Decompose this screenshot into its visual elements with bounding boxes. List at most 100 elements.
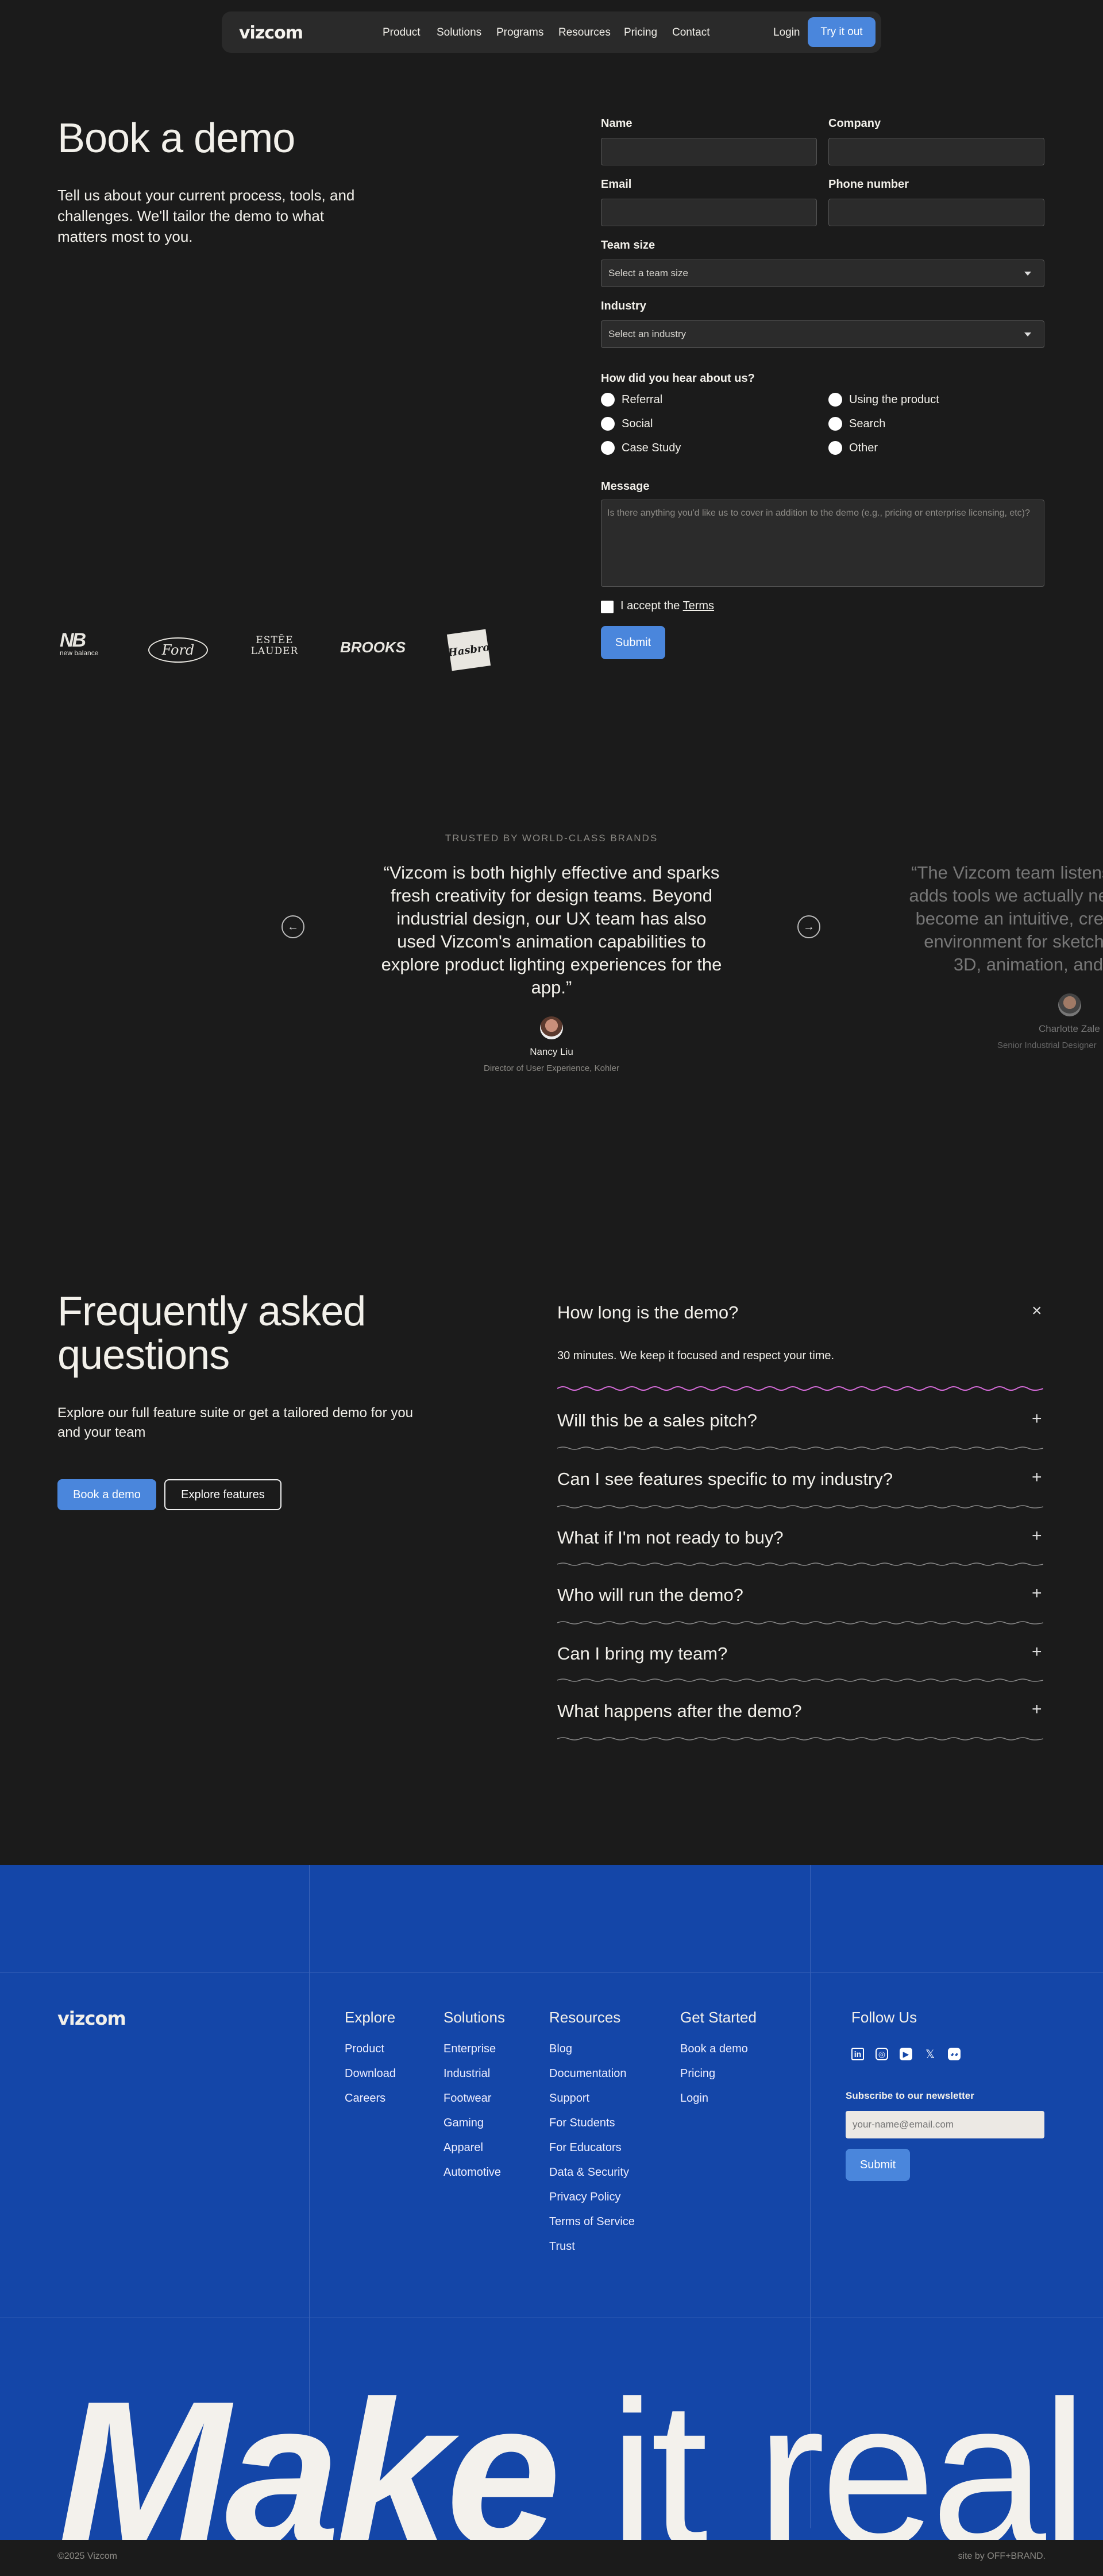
radio-circle[interactable] (601, 417, 615, 431)
footer-col-get-started: Get Started Book a demo Pricing Login (680, 2009, 757, 2105)
nav-solutions[interactable]: Solutions (437, 26, 481, 39)
explore-features-button[interactable]: Explore features (164, 1479, 281, 1510)
nav-pricing[interactable]: Pricing (624, 26, 657, 39)
instagram-icon[interactable]: ◎ (876, 2048, 888, 2060)
radio-social[interactable]: Social (601, 417, 653, 431)
footer-link[interactable]: Trust (549, 2240, 635, 2253)
faq-question[interactable]: Will this be a sales pitch? (557, 1410, 757, 1431)
industry-value: Select an industry (608, 328, 687, 339)
phone-label: Phone number (828, 178, 909, 191)
youtube-icon[interactable]: ▶ (900, 2048, 912, 2060)
newsletter-submit-button[interactable]: Submit (846, 2149, 910, 2181)
plus-icon[interactable]: + (1032, 1526, 1042, 1546)
radio-referral[interactable]: Referral (601, 393, 662, 407)
name-label: Name (601, 117, 633, 130)
footer-col-title: Resources (549, 2009, 621, 2026)
faq-question[interactable]: Can I see features specific to my indust… (557, 1469, 893, 1490)
radio-search[interactable]: Search (828, 417, 885, 431)
try-it-out-button[interactable]: Try it out (808, 17, 876, 47)
faq-title: Frequently asked questions (57, 1289, 366, 1378)
industry-select[interactable]: Select an industry (601, 320, 1044, 348)
login-link[interactable]: Login (773, 26, 800, 39)
footer-link[interactable]: Terms of Service (549, 2215, 635, 2229)
phone-field[interactable] (828, 199, 1044, 226)
book-demo-button[interactable]: Book a demo (57, 1479, 156, 1510)
footer-logo[interactable]: vizcom (57, 2008, 126, 2029)
plus-icon[interactable]: + (1032, 1468, 1042, 1487)
footer-link[interactable]: Pricing (680, 2067, 757, 2080)
faq-question[interactable]: Who will run the demo? (557, 1585, 743, 1606)
vizcom-logo[interactable]: vizcom (239, 23, 303, 43)
faq-divider (557, 1562, 1043, 1566)
nav-contact[interactable]: Contact (672, 26, 709, 39)
hero-lead: Tell us about your current process, tool… (57, 187, 355, 245)
footer-link[interactable]: Login (680, 2092, 757, 2105)
footer-link[interactable]: Data & Security (549, 2166, 635, 2179)
footer-link[interactable]: For Educators (549, 2141, 635, 2155)
faq-question[interactable]: How long is the demo? (557, 1302, 738, 1323)
footer-link[interactable]: Enterprise (443, 2043, 505, 2056)
footer-link[interactable]: For Students (549, 2117, 635, 2130)
footer-link[interactable]: Industrial (443, 2067, 505, 2080)
nav-programs[interactable]: Programs (496, 26, 543, 39)
plus-icon[interactable]: + (1032, 1409, 1042, 1429)
footer-col-title: Get Started (680, 2009, 757, 2026)
faq-divider (557, 1737, 1043, 1740)
nav-product[interactable]: Product (383, 26, 420, 39)
industry-label: Industry (601, 300, 646, 312)
footer-link[interactable]: Book a demo (680, 2043, 757, 2056)
accept-terms-text: I accept the Terms (620, 599, 714, 613)
faq-answer: 30 minutes. We keep it focused and respe… (557, 1349, 835, 1362)
message-textarea[interactable]: Is there anything you'd like us to cover… (601, 500, 1044, 587)
footer-link[interactable]: Gaming (443, 2117, 505, 2130)
nav-resources[interactable]: Resources (558, 26, 611, 39)
radio-other[interactable]: Other (828, 441, 878, 455)
radio-circle[interactable] (828, 417, 842, 431)
radio-using-product[interactable]: Using the product (828, 393, 939, 407)
name-field[interactable] (601, 138, 817, 165)
email-field[interactable] (601, 199, 817, 226)
faq-question[interactable]: What happens after the demo? (557, 1701, 802, 1722)
footer-link[interactable]: Privacy Policy (549, 2191, 635, 2204)
arrow-right-icon[interactable]: → (797, 915, 820, 938)
chevron-down-icon (1024, 272, 1031, 276)
footer-link[interactable]: Support (549, 2092, 635, 2105)
arrow-left-icon[interactable]: ← (281, 915, 304, 938)
footer-col-title: Solutions (443, 2009, 505, 2026)
site-credit[interactable]: site by OFF+BRAND. (958, 2551, 1046, 2562)
team-size-select[interactable]: Select a team size (601, 260, 1044, 287)
faq-question[interactable]: Can I bring my team? (557, 1643, 727, 1664)
plus-icon[interactable]: + (1032, 1642, 1042, 1662)
footer-link[interactable]: Automotive (443, 2166, 505, 2179)
terms-link[interactable]: Terms (683, 599, 714, 612)
linkedin-icon[interactable]: in (851, 2048, 864, 2060)
footer-link[interactable]: Download (345, 2067, 396, 2080)
newsletter-email-input[interactable] (846, 2111, 1044, 2138)
radio-case-study[interactable]: Case Study (601, 441, 681, 455)
newsletter-label: Subscribe to our newsletter (846, 2090, 974, 2101)
radio-circle[interactable] (828, 393, 842, 407)
radio-circle[interactable] (601, 441, 615, 455)
footer-link[interactable]: Footwear (443, 2092, 505, 2105)
footer-link[interactable]: Apparel (443, 2141, 505, 2155)
plus-icon[interactable]: + (1032, 1584, 1042, 1603)
company-field[interactable] (828, 138, 1044, 165)
footer-col-solutions: Solutions Enterprise Industrial Footwear… (443, 2009, 505, 2179)
x-icon[interactable]: 𝕏 (924, 2048, 936, 2061)
company-label: Company (828, 117, 881, 130)
radio-circle[interactable] (601, 393, 615, 407)
submit-button[interactable]: Submit (601, 626, 665, 659)
footer-link[interactable]: Blog (549, 2043, 635, 2056)
terms-checkbox[interactable] (601, 601, 614, 613)
plus-icon[interactable]: + (1032, 1700, 1042, 1719)
discord-icon[interactable]: ◕◕ (948, 2048, 961, 2060)
close-icon[interactable]: × (1032, 1301, 1042, 1321)
footer-link[interactable]: Product (345, 2043, 396, 2056)
footer-link[interactable]: Documentation (549, 2067, 635, 2080)
footer-col-title: Explore (345, 2009, 396, 2026)
footer-link[interactable]: Careers (345, 2092, 396, 2105)
faq-divider (557, 1678, 1043, 1682)
faq-question[interactable]: What if I'm not ready to buy? (557, 1527, 784, 1548)
radio-label: Using the product (849, 393, 939, 406)
radio-circle[interactable] (828, 441, 842, 455)
